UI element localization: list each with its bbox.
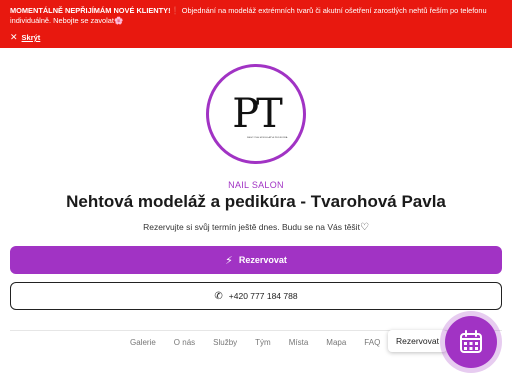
phone-icon: ✆ xyxy=(214,290,223,302)
salon-logo: PT NEHTOVÁ MODELÁŽ A PEDIKÚRA xyxy=(206,64,306,164)
logo-subtext: NEHTOVÁ MODELÁŽ A PEDIKÚRA xyxy=(247,137,288,139)
hide-banner-control[interactable]: ✕ Skrýt xyxy=(10,32,40,43)
exclamation-icon: ❗ xyxy=(170,6,180,15)
nav-item-mista[interactable]: Místa xyxy=(289,338,309,347)
business-category: NAIL SALON xyxy=(228,180,284,190)
nav-item-o-nas[interactable]: O nás xyxy=(174,338,195,347)
banner-bold-text: MOMENTÁLNĚ NEPŘIJÍMÁM NOVÉ KLIENTY! xyxy=(10,6,171,15)
nav-item-galerie[interactable]: Galerie xyxy=(130,338,156,347)
heart-icon: ♡ xyxy=(359,222,369,233)
nav-item-tym[interactable]: Tým xyxy=(255,338,271,347)
close-icon[interactable]: ✕ xyxy=(10,32,18,43)
tagline-text: Rezervujte si svůj termín ještě dnes. Bu… xyxy=(143,222,360,232)
phone-number: +420 777 184 788 xyxy=(228,291,298,301)
hide-banner-link[interactable]: Skrýt xyxy=(22,33,41,42)
page-title: Nehtová modeláž a pedikúra - Tvarohová P… xyxy=(66,192,446,211)
reserve-button-label: Rezervovat xyxy=(238,255,287,265)
banner-message: MOMENTÁLNĚ NEPŘIJÍMÁM NOVÉ KLIENTY!❗ Obj… xyxy=(10,6,490,26)
flower-icon: 🌸 xyxy=(113,16,124,25)
nav-item-mapa[interactable]: Mapa xyxy=(326,338,346,347)
nav-item-sluzby[interactable]: Služby xyxy=(213,338,237,347)
calendar-icon xyxy=(460,330,482,353)
logo-monogram: PT xyxy=(232,91,283,137)
footer-nav: Galerie O nás Služby Tým Místa Mapa FAQ xyxy=(130,338,380,347)
floating-reserve-button[interactable] xyxy=(445,316,497,368)
reserve-button[interactable]: ⚡ Rezervovat xyxy=(10,246,502,274)
nav-item-faq[interactable]: FAQ xyxy=(364,338,380,347)
floating-reserve-label[interactable]: Rezervovat xyxy=(388,330,447,352)
announcement-banner: MOMENTÁLNĚ NEPŘIJÍMÁM NOVÉ KLIENTY!❗ Obj… xyxy=(0,0,512,48)
tagline: Rezervujte si svůj termín ještě dnes. Bu… xyxy=(0,222,512,233)
lightning-icon: ⚡ xyxy=(225,254,233,267)
phone-button[interactable]: ✆ +420 777 184 788 xyxy=(10,282,502,310)
